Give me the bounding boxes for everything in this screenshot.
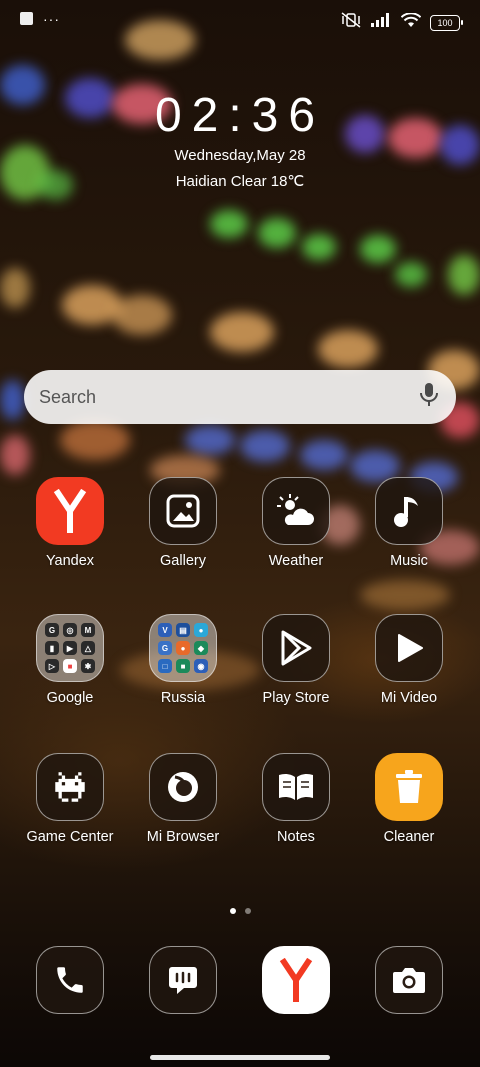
signal-icon bbox=[370, 13, 392, 32]
app-label: Russia bbox=[160, 690, 206, 706]
phone-icon bbox=[36, 946, 104, 1014]
notification-square-icon bbox=[20, 12, 33, 25]
page-indicator[interactable] bbox=[0, 908, 480, 914]
page-dot bbox=[244, 908, 251, 914]
weather-summary[interactable]: Haidian Clear 18℃ bbox=[0, 172, 480, 190]
app-cleaner[interactable]: Cleaner bbox=[354, 753, 464, 845]
search-placeholder: Search bbox=[39, 386, 97, 407]
trash-icon bbox=[375, 753, 443, 821]
weather-icon bbox=[262, 477, 330, 545]
yandex-icon bbox=[36, 477, 104, 545]
play-store-icon bbox=[262, 614, 330, 682]
app-yandex[interactable]: Yandex bbox=[15, 477, 125, 569]
app-label: Game Center bbox=[26, 829, 114, 845]
dock-camera[interactable] bbox=[374, 946, 444, 1014]
vibrate-off-icon bbox=[341, 12, 361, 33]
battery-icon: 100 bbox=[430, 14, 463, 31]
battery-level: 100 bbox=[437, 17, 453, 28]
folder-google[interactable]: G ◎ M ▮ ▶ △ ▷ ■ ✱ Google bbox=[15, 614, 125, 706]
app-label: Music bbox=[390, 553, 428, 569]
app-notes[interactable]: Notes bbox=[241, 753, 351, 845]
messages-icon bbox=[149, 946, 217, 1014]
app-label: Play Store bbox=[262, 690, 330, 706]
app-game-center[interactable]: Game Center bbox=[15, 753, 125, 845]
app-mi-browser[interactable]: Mi Browser bbox=[128, 753, 238, 845]
app-mi-video[interactable]: Mi Video bbox=[354, 614, 464, 706]
app-play-store[interactable]: Play Store bbox=[241, 614, 351, 706]
notes-book-icon bbox=[262, 753, 330, 821]
app-label: Gallery bbox=[160, 553, 206, 569]
wifi-icon bbox=[400, 11, 422, 33]
clock-time[interactable]: 02:36 bbox=[0, 88, 480, 143]
music-note-icon bbox=[375, 477, 443, 545]
dock-yandex-browser[interactable] bbox=[261, 946, 331, 1014]
app-music[interactable]: Music bbox=[354, 477, 464, 569]
folder-icon: V ▤ ● G ● ◆ □ ■ ◉ bbox=[149, 614, 217, 682]
app-gallery[interactable]: Gallery bbox=[128, 477, 238, 569]
clock-date[interactable]: Wednesday,May 28 bbox=[0, 147, 480, 164]
microphone-icon[interactable] bbox=[418, 382, 440, 413]
camera-icon bbox=[375, 946, 443, 1014]
yandex-browser-icon bbox=[262, 946, 330, 1014]
app-label: Mi Video bbox=[380, 690, 438, 706]
play-icon bbox=[375, 614, 443, 682]
dock-phone[interactable] bbox=[35, 946, 105, 1014]
home-gesture-bar[interactable] bbox=[150, 1055, 330, 1060]
app-weather[interactable]: Weather bbox=[241, 477, 351, 569]
app-label: Mi Browser bbox=[146, 829, 220, 845]
page-dot-active bbox=[229, 908, 236, 914]
app-label: Weather bbox=[268, 553, 324, 569]
app-label: Google bbox=[46, 690, 94, 706]
gallery-icon bbox=[149, 477, 217, 545]
app-label: Yandex bbox=[45, 553, 95, 569]
folder-russia[interactable]: V ▤ ● G ● ◆ □ ■ ◉ Russia bbox=[128, 614, 238, 706]
game-invader-icon bbox=[36, 753, 104, 821]
dock-messages[interactable] bbox=[148, 946, 218, 1014]
search-bar[interactable]: Search bbox=[24, 370, 456, 424]
app-label: Notes bbox=[277, 829, 315, 845]
folder-icon: G ◎ M ▮ ▶ △ ▷ ■ ✱ bbox=[36, 614, 104, 682]
browser-icon bbox=[149, 753, 217, 821]
app-label: Cleaner bbox=[383, 829, 435, 845]
more-notifications-icon: ··· bbox=[43, 10, 60, 27]
status-bar: ··· 100 bbox=[0, 0, 480, 40]
